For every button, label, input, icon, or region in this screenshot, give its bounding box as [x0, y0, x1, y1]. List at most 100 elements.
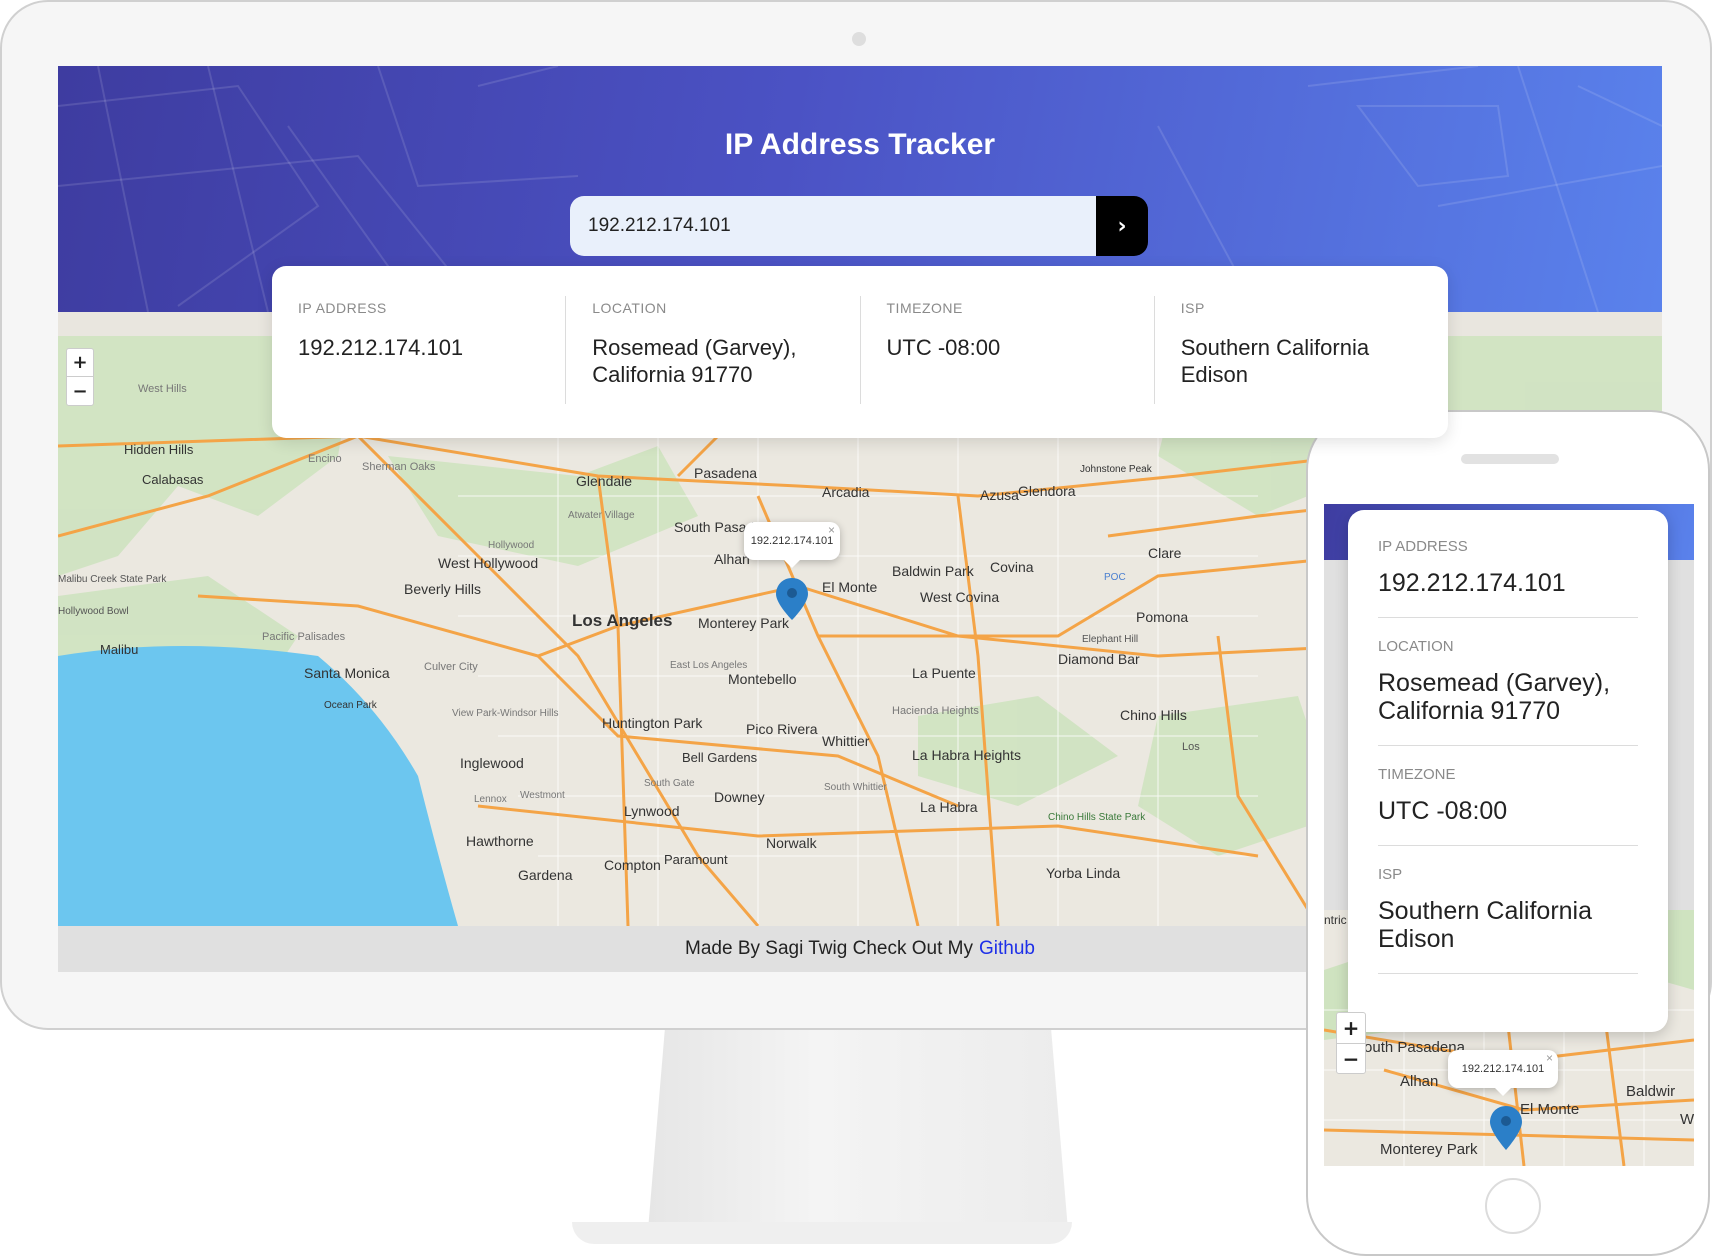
map-label: Paramount: [664, 852, 728, 867]
map-label: Compton: [604, 857, 661, 873]
zoom-out-button[interactable]: −: [67, 377, 93, 405]
monitor-base: [572, 1222, 1072, 1244]
phone-map-label: ntric: [1324, 913, 1347, 927]
map-label: El Monte: [822, 579, 877, 595]
map-label: Hawthorne: [466, 833, 534, 849]
phone-isp-section: ISP Southern California Edison: [1378, 866, 1638, 974]
map-label: Lennox: [474, 794, 507, 805]
map-label: La Habra Heights: [912, 747, 1021, 763]
map-label: Downey: [714, 789, 765, 805]
ip-search-input[interactable]: [570, 196, 1096, 256]
mobile-phone: South Pasadena Alhan El Monte Baldwir W …: [1306, 410, 1710, 1256]
search-submit-button[interactable]: ›: [1096, 196, 1148, 256]
map-label: Azusa: [980, 487, 1019, 503]
phone-zoom-out-button[interactable]: −: [1337, 1044, 1365, 1074]
phone-map-label: Monterey Park: [1380, 1141, 1478, 1158]
location-section: LOCATION Rosemead (Garvey), California 9…: [566, 296, 861, 404]
isp-value: Southern California Edison: [1180, 335, 1370, 387]
map-label: Monterey Park: [698, 615, 790, 631]
phone-isp-value: Southern California Edison: [1378, 897, 1593, 953]
map-label: Pomona: [1136, 609, 1188, 625]
map-label: View Park-Windsor Hills: [452, 708, 559, 719]
map-label: Inglewood: [460, 755, 524, 771]
phone-ip-info-card: IP ADDRESS 192.212.174.101 LOCATION Rose…: [1348, 510, 1668, 1032]
map-label: Huntington Park: [602, 715, 703, 731]
map-label: East Los Angeles: [670, 660, 747, 671]
timezone-label: TIMEZONE: [886, 300, 963, 316]
map-label: POC: [1104, 572, 1126, 583]
map-label: Elephant Hill: [1082, 634, 1138, 645]
map-zoom-control: + −: [66, 348, 94, 406]
phone-map-label: W: [1680, 1111, 1694, 1128]
phone-timezone-section: TIMEZONE UTC -08:00: [1378, 766, 1638, 846]
map-label: Beverly Hills: [404, 581, 481, 597]
map-label: Whittier: [822, 733, 870, 749]
map-label: Atwater Village: [568, 510, 635, 521]
phone-home-button[interactable]: [1485, 1178, 1541, 1234]
map-label: Malibu Creek State Park: [58, 574, 167, 585]
map-label: Westmont: [520, 790, 565, 801]
phone-isp-label: ISP: [1378, 866, 1403, 883]
location-label: LOCATION: [592, 300, 667, 316]
phone-timezone-value: UTC -08:00: [1378, 797, 1508, 825]
location-line-2: California 91770: [592, 362, 753, 387]
ip-address-label: IP ADDRESS: [298, 300, 387, 316]
map-label: Sherman Oaks: [362, 461, 436, 473]
map-label: Gardena: [518, 867, 573, 883]
map-label: Clare: [1148, 545, 1182, 561]
isp-label: ISP: [1180, 300, 1205, 316]
map-label: Hidden Hills: [124, 442, 194, 457]
footer-text: Made By Sagi Twig Check Out My: [685, 938, 973, 959]
map-label: Ocean Park: [324, 700, 378, 711]
map-label: Glendora: [1018, 483, 1076, 499]
phone-zoom-in-button[interactable]: +: [1337, 1013, 1365, 1044]
phone-map-label: Alhan: [1400, 1073, 1438, 1090]
isp-section: ISP Southern California Edison: [1155, 296, 1448, 404]
phone-popup-close-icon[interactable]: ×: [1546, 1051, 1553, 1065]
phone-map-label: Baldwir: [1626, 1083, 1675, 1100]
phone-speaker: [1461, 454, 1559, 464]
map-label: West Covina: [920, 589, 999, 605]
map-label: Chino Hills State Park: [1048, 812, 1146, 823]
map-label: Hollywood Bowl: [58, 606, 129, 617]
timezone-value: UTC -08:00: [886, 335, 1001, 360]
popup-close-icon[interactable]: ×: [828, 523, 835, 537]
zoom-in-button[interactable]: +: [67, 349, 93, 377]
map-label: Santa Monica: [304, 665, 390, 681]
map-label: Norwalk: [766, 835, 818, 851]
map-label: South Gate: [644, 778, 695, 789]
ip-address-value: 192.212.174.101: [298, 335, 464, 360]
map-label: Arcadia: [822, 484, 870, 500]
map-label: Malibu: [100, 642, 138, 657]
map-label: West Hollywood: [438, 555, 538, 571]
map-label: Yorba Linda: [1046, 865, 1120, 881]
phone-timezone-label: TIMEZONE: [1378, 766, 1456, 783]
map-label: Los: [1182, 741, 1200, 753]
map-label: West Hills: [138, 383, 187, 395]
webcam: [852, 32, 866, 46]
location-value: Rosemead (Garvey), California 91770: [592, 334, 833, 388]
timezone-section: TIMEZONE UTC -08:00: [861, 296, 1155, 404]
map-label: Pasadena: [694, 465, 757, 481]
map-label: Chino Hills: [1120, 707, 1187, 723]
map-label: Calabasas: [142, 472, 204, 487]
map-label: La Habra: [920, 799, 978, 815]
map-label: South Whittier: [824, 782, 887, 793]
page-title: IP Address Tracker: [724, 128, 996, 161]
phone-location-line-1: Rosemead (Garvey),: [1378, 669, 1611, 697]
map-label: Baldwin Park: [892, 563, 975, 579]
map-label: Diamond Bar: [1058, 651, 1140, 667]
map-label: Covina: [990, 559, 1034, 575]
map-label: Montebello: [728, 671, 797, 687]
map-label: Lynwood: [624, 803, 680, 819]
map-label: Encino: [308, 453, 342, 465]
ip-info-card: IP ADDRESS 192.212.174.101 LOCATION Rose…: [272, 266, 1448, 438]
phone-ip-address-label: IP ADDRESS: [1378, 538, 1468, 555]
phone-location-value: Rosemead (Garvey), California 91770: [1378, 669, 1638, 725]
map-label: Glendale: [576, 473, 632, 489]
map-label: La Puente: [912, 665, 976, 681]
map-label: Hollywood: [488, 540, 534, 551]
github-link[interactable]: Github: [979, 938, 1035, 960]
popup-ip-text: 192.212.174.101: [750, 535, 834, 547]
phone-ip-address-value: 192.212.174.101: [1378, 569, 1566, 597]
